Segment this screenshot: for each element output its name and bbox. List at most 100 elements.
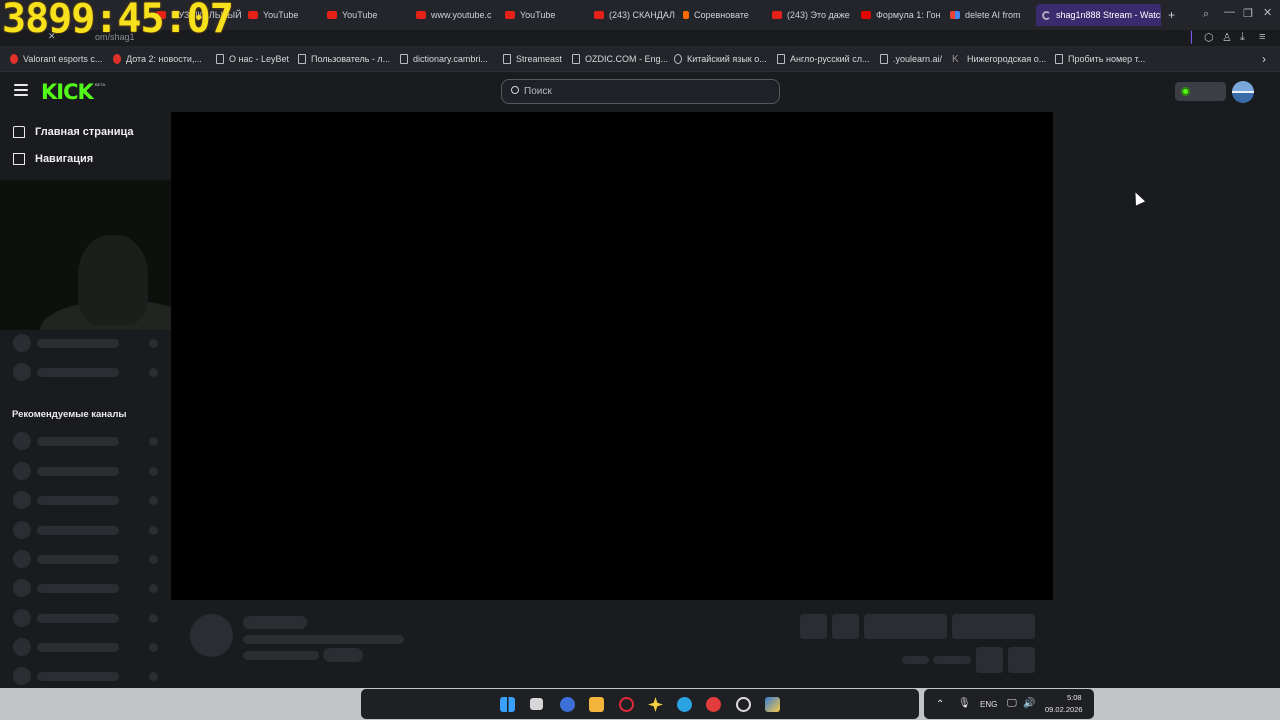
bookmark[interactable]: О нас - LeyBet [216, 46, 289, 72]
stream-category-skeleton [243, 651, 319, 660]
close-icon[interactable]: ✕ [48, 31, 56, 42]
beta-badge: BETA [95, 82, 106, 87]
streamer-name-skeleton [243, 616, 307, 629]
browser-tab[interactable]: (243) Это даже [766, 0, 855, 30]
f1-icon [861, 11, 871, 19]
kick-logo[interactable]: KICK [41, 80, 94, 104]
youtube-icon [594, 11, 604, 19]
browser-tab[interactable]: www.youtube.c [410, 0, 499, 30]
restore-icon[interactable]: ❐ [1243, 7, 1253, 20]
home-icon [13, 126, 25, 138]
status-dot-icon [1181, 87, 1190, 96]
page-icon [298, 54, 306, 64]
bookmark[interactable]: Пробить номер т... [1055, 46, 1145, 72]
action-button-skeleton [800, 614, 827, 639]
chevron-up-icon[interactable]: ⌃ [936, 699, 944, 710]
uptime-skeleton [933, 656, 971, 664]
page-icon [400, 54, 408, 64]
youtube-icon [327, 11, 337, 19]
bookmarks-bar: Valorant esports c... Дота 2: новости,..… [0, 46, 1280, 72]
compass-icon [13, 153, 25, 165]
taskbar-apps [361, 689, 919, 719]
valorant-icon [10, 54, 18, 64]
clock-time[interactable]: 5:08 [1067, 693, 1082, 702]
bookmark[interactable]: Дота 2: новости,... [113, 46, 202, 72]
browser-tab[interactable]: Соревновате [677, 0, 766, 30]
yandex-icon[interactable] [706, 697, 721, 712]
search-placeholder: Поиск [524, 86, 552, 97]
browser-tab[interactable]: YouTube [242, 0, 331, 30]
browser-tab[interactable]: Формула 1: Гон [855, 0, 944, 30]
browser-tab[interactable]: YouTube [321, 0, 410, 30]
address-text[interactable]: om/shag1 [95, 32, 135, 42]
close-icon[interactable]: ✕ [1263, 6, 1272, 19]
address-bar[interactable] [0, 30, 1280, 44]
bookmark[interactable]: Пользователь - л... [298, 46, 390, 72]
network-icon[interactable]: 🖵 [1007, 698, 1017, 709]
volume-icon[interactable]: 🔊 [1023, 698, 1035, 709]
recommended-channels-title: Рекомендуемые каналы [12, 409, 127, 420]
bookmark[interactable]: OZDIC.COM - Eng... [572, 46, 668, 72]
streamer-avatar-skeleton [190, 614, 233, 657]
page-icon [503, 54, 511, 64]
browser-app-icon[interactable] [560, 697, 575, 712]
green-toggle[interactable] [1175, 82, 1226, 101]
bookmarks-more-button[interactable]: › [1262, 46, 1266, 72]
file-explorer-icon[interactable] [589, 697, 604, 712]
more-button-skeleton [1008, 647, 1035, 673]
bookmark[interactable]: .youlearn.ai/ [880, 46, 942, 72]
bookmark[interactable]: Китайский язык о... [674, 46, 767, 72]
bookmark[interactable]: Valorant esports c... [10, 46, 102, 72]
search-input[interactable]: Поиск [501, 79, 780, 104]
sidebar-toggle-icon[interactable]: ▏ [1191, 31, 1199, 44]
follow-button-skeleton [864, 614, 947, 639]
browser-tab-active[interactable]: shag1n888 Stream - Watch [1036, 4, 1161, 26]
windows-start-icon[interactable] [500, 697, 515, 712]
steam-icon[interactable] [736, 697, 751, 712]
browser-tab[interactable]: YouTube [499, 0, 588, 30]
page-icon [880, 54, 888, 64]
sidebar-item-browse[interactable]: Навигация [13, 153, 93, 165]
youtube-icon [248, 11, 258, 19]
telegram-icon[interactable] [677, 697, 692, 712]
bookmark[interactable]: Streameast [503, 46, 562, 72]
browser-tab[interactable]: (243) СКАНДАЛ [588, 0, 677, 30]
extensions-icon[interactable]: ⬡ [1204, 31, 1214, 44]
download-icon[interactable]: ⤓ [1240, 31, 1245, 44]
youtube-icon [772, 11, 782, 19]
subscribe-button-skeleton [952, 614, 1035, 639]
sidebar-item-home[interactable]: Главная страница [13, 126, 134, 138]
stream-tag-skeleton [323, 648, 363, 662]
dota-icon [113, 54, 121, 64]
task-view-icon[interactable] [530, 698, 543, 710]
cat-icon [674, 54, 682, 64]
profile-icon[interactable]: ♙ [1222, 31, 1232, 44]
browser-tab[interactable]: delete AI from [944, 0, 1033, 30]
viewer-count-skeleton [902, 656, 929, 664]
microphone-icon[interactable]: 🎙 [958, 698, 971, 709]
page-icon [572, 54, 580, 64]
youtube-icon [505, 11, 515, 19]
menu-icon[interactable]: ≡ [1259, 31, 1265, 43]
arrow-icon [683, 11, 689, 19]
minimize-icon[interactable]: — [1224, 6, 1235, 18]
page-icon [1055, 54, 1063, 64]
pinned-app-icon[interactable] [765, 697, 780, 712]
bookmark[interactable]: dictionary.cambri... [400, 46, 488, 72]
bookmark[interactable]: Англо-русский сл... [777, 46, 869, 72]
new-tab-button[interactable]: + [1162, 0, 1180, 30]
video-player[interactable] [171, 112, 1053, 600]
page-icon [216, 54, 224, 64]
hamburger-menu-icon[interactable] [14, 84, 28, 96]
clock-date[interactable]: 09.02.2026 [1045, 705, 1083, 714]
search-icon[interactable]: ⌕ [1203, 8, 1209, 21]
k-icon: K [952, 54, 959, 65]
avatar[interactable] [1232, 81, 1254, 103]
chat-panel [1053, 112, 1280, 688]
gmail-icon [950, 11, 960, 19]
bookmark[interactable]: K Нижегородская о... [952, 46, 1046, 72]
stream-title-skeleton [243, 635, 404, 644]
opera-icon[interactable] [619, 697, 634, 712]
language-indicator[interactable]: ENG [980, 700, 997, 709]
action-button-skeleton [832, 614, 859, 639]
